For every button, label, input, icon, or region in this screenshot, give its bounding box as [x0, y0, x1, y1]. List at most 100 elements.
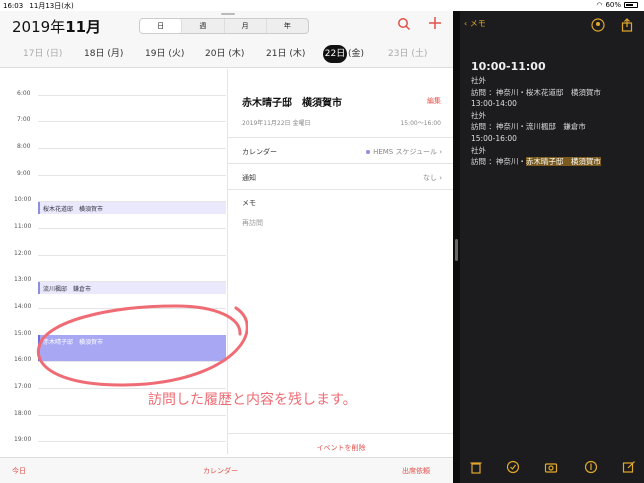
hour-label: 19:00	[14, 436, 32, 443]
compose-icon[interactable]	[622, 460, 636, 474]
day-17[interactable]: 17日 (日)	[23, 44, 62, 64]
note-line: 社外	[471, 76, 486, 85]
hour-row: 11:00	[0, 223, 226, 230]
calendar-row-value: HEMS スケジュール ›	[366, 147, 442, 157]
hour-gridline	[38, 95, 226, 96]
hour-label: 7:00	[17, 116, 31, 123]
hour-row: 9:00	[0, 170, 226, 177]
hour-gridline	[38, 228, 226, 229]
day-19[interactable]: 19日 (火)	[145, 44, 184, 64]
calendar-row[interactable]: カレンダー HEMS スケジュール ›	[242, 147, 442, 157]
note-line: 社外	[471, 145, 486, 155]
note-heading: 10:00-11:00	[471, 60, 546, 73]
event-rukawa[interactable]: 流川楓邸 鎌倉市	[38, 282, 226, 294]
status-date: 11月13日(水)	[29, 2, 74, 10]
wifi-icon: ◠	[596, 1, 603, 9]
share-icon[interactable]	[620, 18, 634, 32]
battery-icon	[624, 2, 638, 8]
notes-pane: ‹ メモ 10:00-11:00 社外 訪問 ：神奈川・桜木花道邸 横須賀市 1…	[460, 11, 644, 483]
calendar-footer: 今日 カレンダー 出席依頼	[0, 457, 453, 483]
view-switcher: 日 週 月 年	[139, 18, 309, 34]
hour-gridline	[38, 148, 226, 149]
week-days-row: 17日 (日) 18日 (月) 19日 (火) 20日 (木) 21日 (木) …	[0, 44, 453, 64]
event-sakuragi[interactable]: 桜木花道邸 横須賀市	[38, 202, 226, 214]
hour-row: 8:00	[0, 143, 226, 150]
selected-day-circle: 22日	[323, 45, 347, 63]
note-selection-highlight[interactable]: 赤木晴子邸 横須賀市	[525, 157, 601, 167]
alert-row-value: なし ›	[422, 174, 442, 182]
trash-icon[interactable]	[469, 460, 483, 474]
checklist-icon[interactable]	[506, 460, 520, 474]
event-title: 赤木晴子邸 横須賀市	[242, 98, 342, 109]
note-line-prefix: 訪問 ：神奈川・	[471, 157, 526, 167]
markup-icon[interactable]	[584, 460, 598, 474]
note-line: 13:00-14:00	[471, 99, 517, 109]
hour-label: 6:00	[17, 90, 31, 97]
tab-week[interactable]: 週	[182, 19, 225, 33]
day-18[interactable]: 18日 (月)	[84, 44, 123, 64]
battery-percent: 60%	[605, 1, 621, 9]
inbox-button[interactable]: 出席依頼	[402, 466, 430, 476]
hour-gridline	[38, 441, 226, 442]
hour-label: 11:00	[14, 223, 32, 230]
tab-year[interactable]: 年	[267, 19, 308, 33]
hour-label: 9:00	[17, 170, 31, 177]
annotation-text: 訪問した履歴と内容を残します。	[148, 392, 357, 408]
calendar-color-dot	[366, 150, 371, 154]
split-view-handle[interactable]	[455, 239, 458, 261]
hour-gridline	[38, 175, 226, 176]
memo-row: メモ	[242, 198, 442, 208]
note-line: 15:00-16:00	[471, 133, 517, 143]
hour-label: 13:00	[14, 276, 32, 283]
search-icon[interactable]	[397, 17, 411, 31]
add-event-icon[interactable]	[428, 16, 442, 30]
event-time: 15:00～16:00	[400, 120, 441, 127]
divider	[228, 189, 454, 190]
event-date: 2019年11月22日 金曜日	[242, 120, 311, 127]
hour-label: 8:00	[17, 143, 31, 150]
divider	[228, 433, 454, 434]
calendars-button[interactable]: カレンダー	[203, 466, 238, 476]
status-time-date: 16:03 11月13日(水)	[3, 1, 74, 11]
status-time: 16:03	[3, 2, 24, 10]
camera-icon[interactable]	[544, 460, 558, 474]
notes-back-label: メモ	[469, 19, 486, 28]
note-line: 社外	[471, 110, 486, 120]
day-23[interactable]: 23日 (土)	[388, 44, 427, 64]
month-label: 11月	[65, 18, 102, 36]
hour-gridline	[38, 255, 226, 256]
calendar-row-label: カレンダー	[242, 148, 277, 156]
note-body[interactable]: 10:00-11:00 社外 訪問 ：神奈川・桜木花道邸 横須賀市 13:00-…	[471, 59, 641, 168]
month-title: 2019年11月	[12, 16, 101, 37]
alert-value: なし	[422, 174, 437, 182]
hour-row: 7:00	[0, 116, 226, 123]
alert-row-label: 通知	[242, 174, 256, 182]
day-20[interactable]: 20日 (木)	[205, 44, 244, 64]
hour-row: 6:00	[0, 90, 226, 97]
status-right: ◠ 60%	[596, 1, 638, 9]
note-line-last: 訪問 ：神奈川・赤木晴子邸 横須賀市	[471, 156, 641, 168]
collaborate-icon[interactable]	[591, 18, 605, 32]
delete-event-button[interactable]: イベントを削除	[228, 443, 454, 453]
handwritten-circle-annotation	[37, 304, 248, 387]
split-view-divider[interactable]	[453, 11, 460, 483]
hour-label: 18:00	[14, 410, 32, 417]
tab-month[interactable]: 月	[225, 19, 267, 33]
notes-back-button[interactable]: ‹ メモ	[464, 18, 486, 29]
day-22-selected[interactable]: 22日 (金)	[323, 44, 364, 64]
calendar-pane: 2019年11月 日 週 月 年 17日 (日) 18日 (月) 19日 (火)…	[0, 11, 454, 483]
alert-row[interactable]: 通知 なし ›	[242, 173, 442, 183]
divider	[228, 163, 454, 164]
edit-button[interactable]: 編集	[427, 96, 441, 106]
day-21[interactable]: 21日 (木)	[266, 44, 305, 64]
tab-day[interactable]: 日	[140, 19, 183, 33]
drag-handle[interactable]	[221, 13, 235, 15]
calendar-header: 2019年11月 日 週 月 年 17日 (日) 18日 (月) 19日 (火)…	[0, 11, 453, 68]
calendar-name: HEMS スケジュール	[373, 148, 437, 156]
selected-day-weekday: (金)	[348, 49, 365, 59]
hour-row: 18:00	[0, 410, 226, 417]
hour-row: 19:00	[0, 436, 226, 443]
today-button[interactable]: 今日	[12, 466, 26, 476]
memo-value: 再訪問	[242, 219, 263, 227]
hour-gridline	[38, 121, 226, 122]
